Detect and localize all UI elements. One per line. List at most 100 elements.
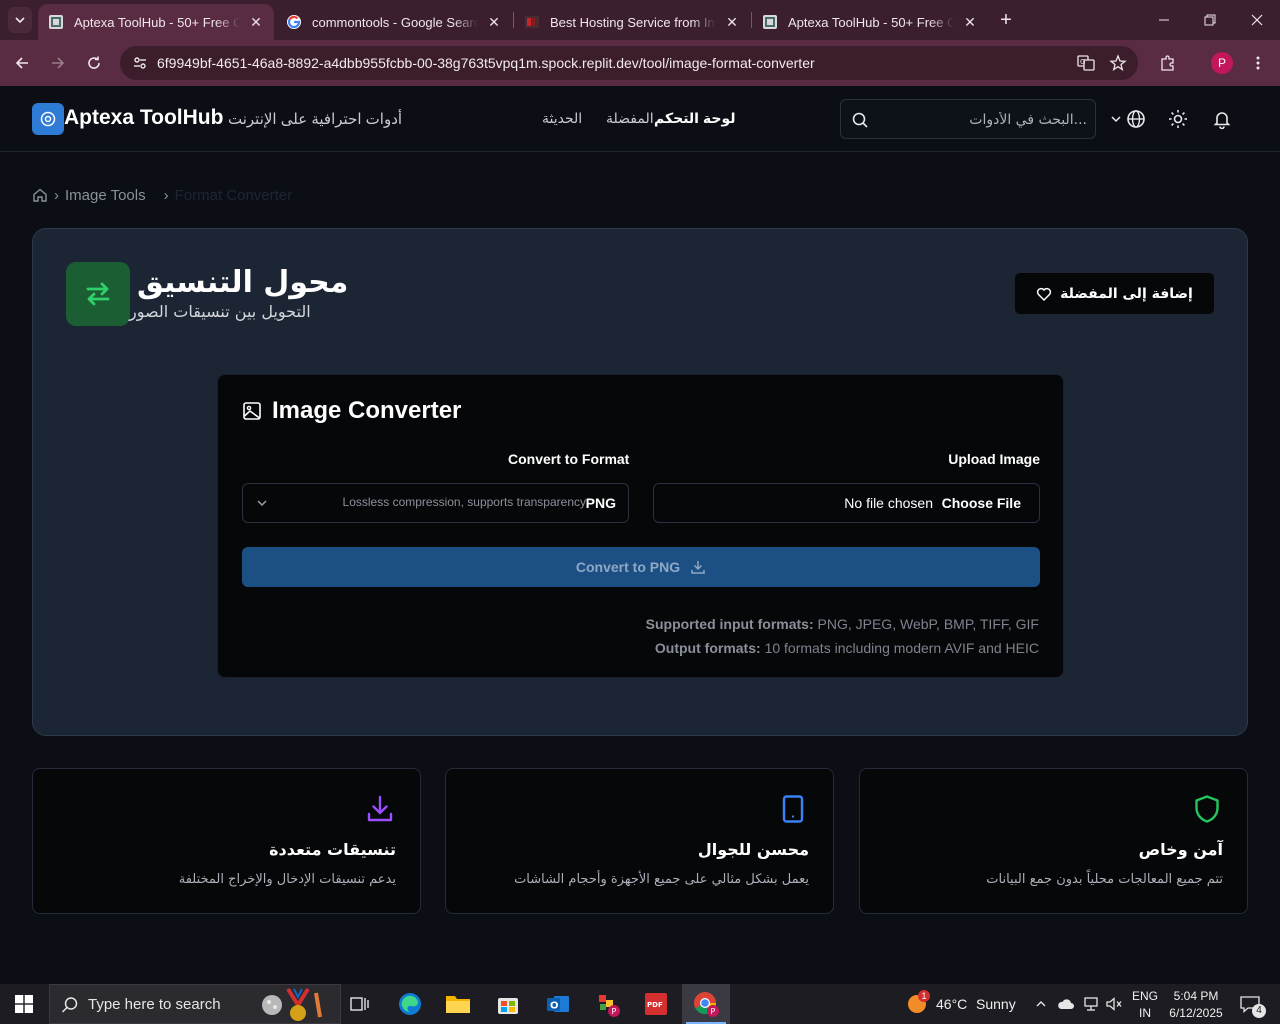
tool-search bbox=[840, 99, 1096, 139]
restore-icon bbox=[1204, 14, 1216, 26]
minimize-button[interactable] bbox=[1141, 0, 1187, 40]
taskbar-file-explorer[interactable] bbox=[434, 984, 482, 1024]
converter-title-text: Image Converter bbox=[272, 397, 462, 424]
aptexa-favicon-icon bbox=[763, 15, 777, 29]
browser-tab[interactable]: Aptexa ToolHub - 50+ Free Online Tools ✕ bbox=[752, 4, 988, 40]
formats-info: Supported input formats: PNG, JPEG, WebP… bbox=[646, 612, 1039, 660]
browser-tab-active[interactable]: Aptexa ToolHub - 50+ Free Online Tools ✕ bbox=[38, 4, 274, 40]
logo[interactable] bbox=[32, 103, 64, 135]
extensions-button[interactable] bbox=[1156, 51, 1180, 75]
site-header: Aptexa ToolHub أدوات احترافية على الإنتر… bbox=[0, 86, 1280, 152]
breadcrumb-separator: › bbox=[163, 186, 169, 204]
sun-icon bbox=[1169, 110, 1187, 128]
store-icon bbox=[498, 998, 518, 1014]
language-indicator[interactable]: ENG IN bbox=[1128, 986, 1162, 1022]
taskbar-store[interactable] bbox=[484, 984, 532, 1024]
feature-title: آمن وخاص bbox=[1138, 840, 1223, 859]
bell-icon bbox=[1213, 112, 1231, 129]
onedrive-button[interactable] bbox=[1055, 984, 1077, 1024]
tab-title: Best Hosting Service from India bbox=[550, 14, 716, 30]
puzzle-icon bbox=[1161, 55, 1174, 71]
tab-title: Aptexa ToolHub - 50+ Free Online Tools bbox=[788, 14, 954, 30]
hosting-favicon-icon bbox=[525, 16, 539, 28]
globe-icon bbox=[1127, 110, 1145, 128]
tab-title: commontools - Google Search bbox=[312, 14, 478, 30]
close-tab-icon[interactable]: ✕ bbox=[248, 14, 264, 31]
language-code: ENG bbox=[1131, 989, 1158, 1003]
swap-arrows-icon bbox=[86, 282, 110, 306]
chevron-down-icon bbox=[1111, 116, 1121, 123]
profile-avatar[interactable]: P bbox=[1211, 52, 1233, 74]
notifications-button[interactable] bbox=[1210, 107, 1234, 131]
back-button[interactable] bbox=[10, 51, 34, 75]
weather-widget[interactable]: 1 46°C Sunny bbox=[904, 984, 1020, 1024]
close-icon bbox=[1251, 14, 1263, 26]
home-icon[interactable] bbox=[32, 187, 48, 203]
nav-dashboard[interactable]: لوحة التحكم bbox=[654, 110, 735, 127]
task-view-button[interactable] bbox=[336, 984, 384, 1024]
nav-recent[interactable]: الحديثة bbox=[542, 110, 582, 127]
address-bar[interactable]: 6f9949bf-4651-46a8-8892-a4dbb955fcbb-00-… bbox=[120, 46, 1138, 80]
theme-toggle[interactable] bbox=[1166, 107, 1190, 131]
file-upload-input[interactable]: No file chosen Choose File bbox=[653, 483, 1040, 523]
restore-button[interactable] bbox=[1187, 0, 1233, 40]
svg-text:P: P bbox=[612, 1007, 617, 1016]
volume-muted-icon bbox=[1106, 997, 1122, 1011]
more-vertical-icon bbox=[1256, 56, 1260, 70]
taskbar-search[interactable]: Type here to search bbox=[49, 984, 341, 1024]
notification-center-button[interactable]: 4 bbox=[1232, 984, 1268, 1024]
reload-button[interactable] bbox=[82, 51, 106, 75]
tool-subtitle: التحويل بين تنسيقات الصور bbox=[129, 302, 311, 321]
supported-input-label: Supported input formats: bbox=[645, 616, 814, 632]
bookmark-button[interactable] bbox=[1106, 51, 1130, 75]
format-value: PNG bbox=[585, 495, 616, 511]
breadcrumb-image-tools[interactable]: Image Tools bbox=[65, 187, 146, 204]
close-window-button[interactable] bbox=[1234, 0, 1280, 40]
taskbar-outlook[interactable]: O bbox=[534, 984, 582, 1024]
chevron-down-icon bbox=[15, 17, 25, 24]
browser-menu-button[interactable] bbox=[1246, 51, 1270, 75]
browser-tab[interactable]: commontools - Google Search ✕ bbox=[276, 4, 512, 40]
new-tab-button[interactable]: + bbox=[994, 8, 1018, 32]
clock[interactable]: 5:04 PM 6/12/2025 bbox=[1164, 986, 1228, 1022]
close-tab-icon[interactable]: ✕ bbox=[486, 14, 502, 31]
weather-badge: 1 bbox=[918, 990, 930, 1002]
format-select[interactable]: Lossless compression, supports transpare… bbox=[242, 483, 629, 523]
shield-icon bbox=[1191, 793, 1223, 825]
network-button[interactable] bbox=[1080, 984, 1102, 1024]
browser-tab[interactable]: Best Hosting Service from India ✕ bbox=[514, 4, 750, 40]
taskbar-edge[interactable] bbox=[386, 984, 434, 1024]
search-input[interactable] bbox=[877, 108, 1087, 132]
feature-title: محسن للجوال bbox=[697, 840, 809, 859]
output-formats-row: Output formats: 10 formats including mod… bbox=[646, 636, 1039, 660]
svg-text:O: O bbox=[550, 1001, 559, 1012]
feature-card-secure: آمن وخاص تتم جميع المعالجات محلياً بدون … bbox=[859, 768, 1248, 914]
network-icon bbox=[1084, 997, 1098, 1011]
volume-button[interactable] bbox=[1103, 984, 1125, 1024]
translate-button[interactable]: G bbox=[1074, 51, 1098, 75]
feature-desc: يدعم تنسيقات الإدخال والإخراج المختلفة bbox=[178, 872, 396, 887]
weather-temp: 46°C bbox=[936, 996, 968, 1012]
brand-name[interactable]: Aptexa ToolHub bbox=[64, 106, 223, 130]
show-hidden-icons-button[interactable] bbox=[1030, 984, 1052, 1024]
taskbar-app-colored[interactable]: P bbox=[584, 984, 632, 1024]
breadcrumb-current: Format Converter bbox=[174, 186, 293, 204]
search-highlight-icon bbox=[262, 987, 322, 1021]
taskbar-pdf[interactable]: PDF bbox=[632, 984, 680, 1024]
close-tab-icon[interactable]: ✕ bbox=[962, 14, 978, 31]
choose-file-button[interactable]: Choose File bbox=[942, 495, 1021, 511]
nav-favorites[interactable]: المفضلة bbox=[606, 110, 654, 127]
forward-button[interactable] bbox=[46, 51, 70, 75]
convert-button[interactable]: Convert to PNG bbox=[242, 547, 1040, 587]
reload-icon bbox=[88, 56, 100, 69]
close-tab-icon[interactable]: ✕ bbox=[724, 14, 740, 31]
search-icon bbox=[852, 112, 868, 128]
language-switcher[interactable] bbox=[1108, 107, 1148, 131]
star-icon bbox=[1109, 54, 1127, 71]
taskbar-chrome[interactable]: P bbox=[682, 984, 730, 1024]
add-to-favorites-button[interactable]: إضافة إلى المفضلة bbox=[1014, 272, 1215, 315]
language-region: IN bbox=[1139, 1006, 1151, 1020]
tab-search-button[interactable] bbox=[8, 7, 32, 33]
site-info-button[interactable] bbox=[128, 51, 152, 75]
start-button[interactable] bbox=[0, 984, 48, 1024]
